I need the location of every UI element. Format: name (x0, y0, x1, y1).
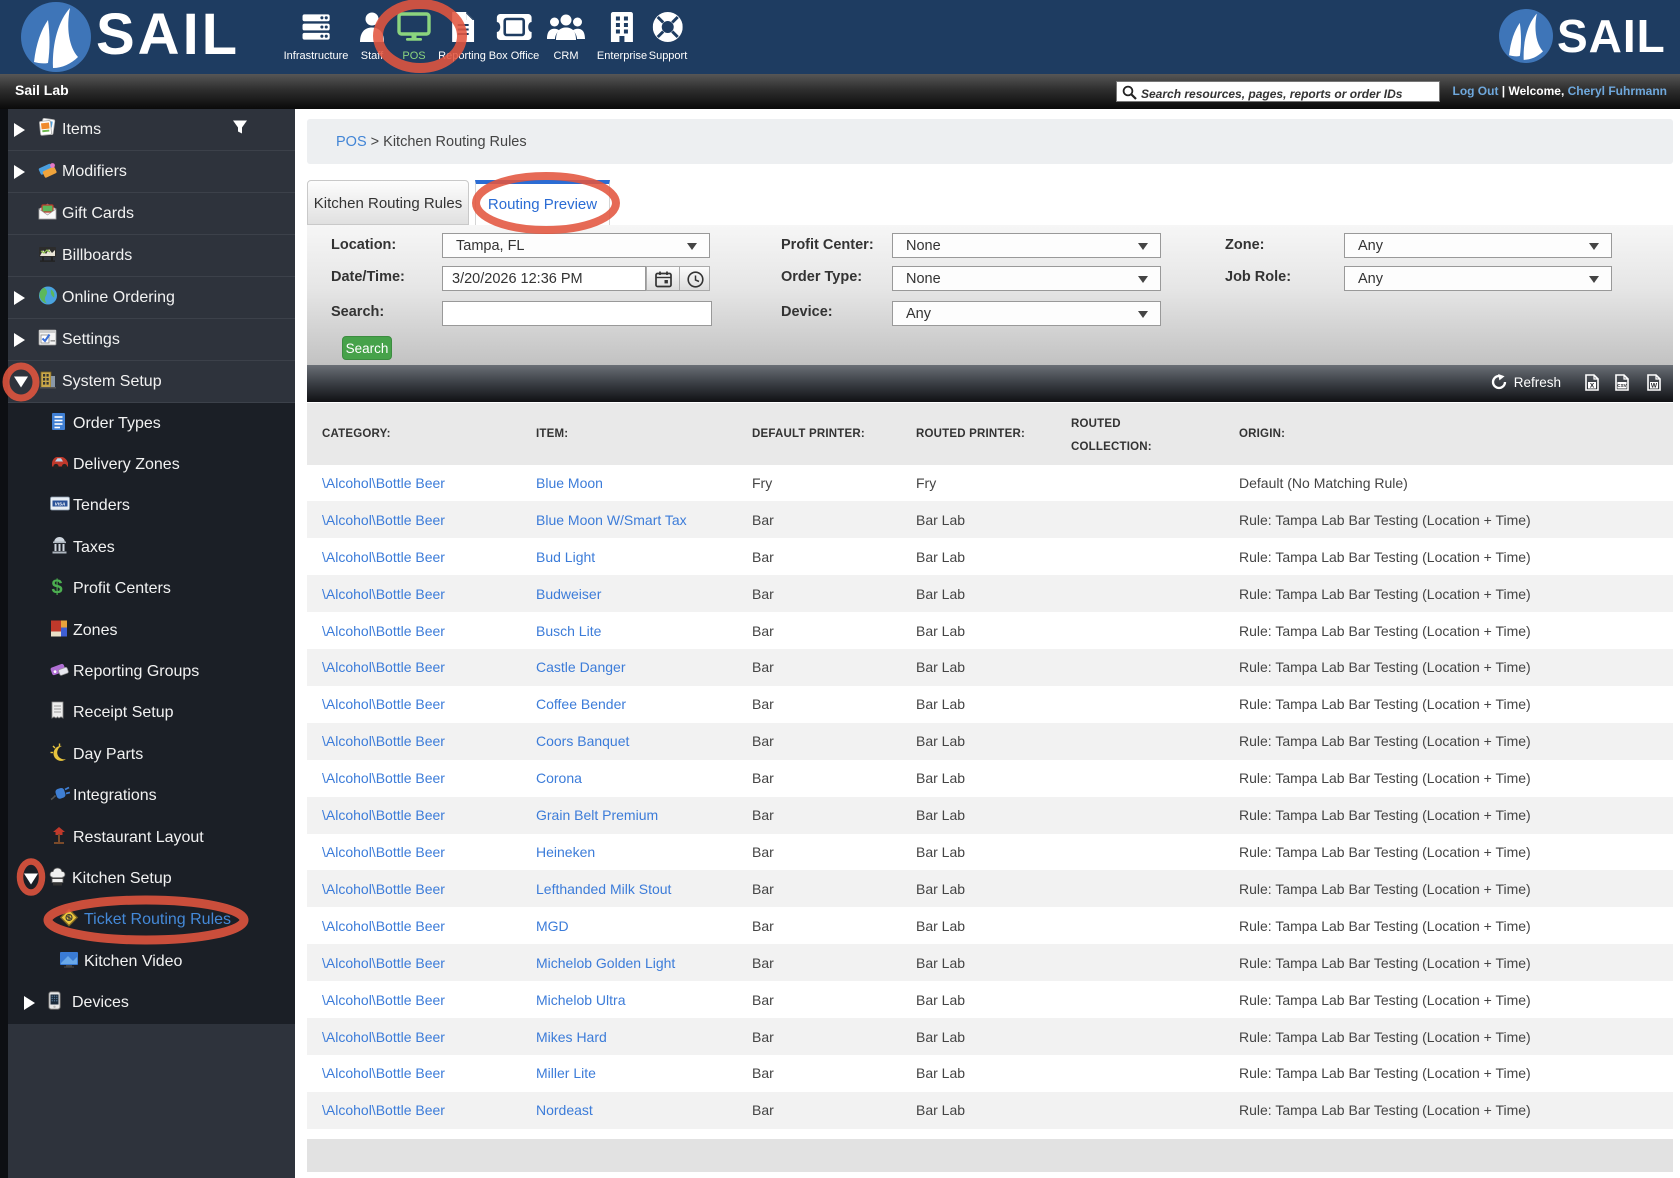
svg-text:W: W (1651, 382, 1658, 389)
svg-text:VISA: VISA (55, 502, 66, 507)
svg-text:CSV: CSV (1617, 383, 1627, 388)
svg-text:X: X (1590, 382, 1595, 389)
svg-text:$: $ (51, 577, 62, 597)
